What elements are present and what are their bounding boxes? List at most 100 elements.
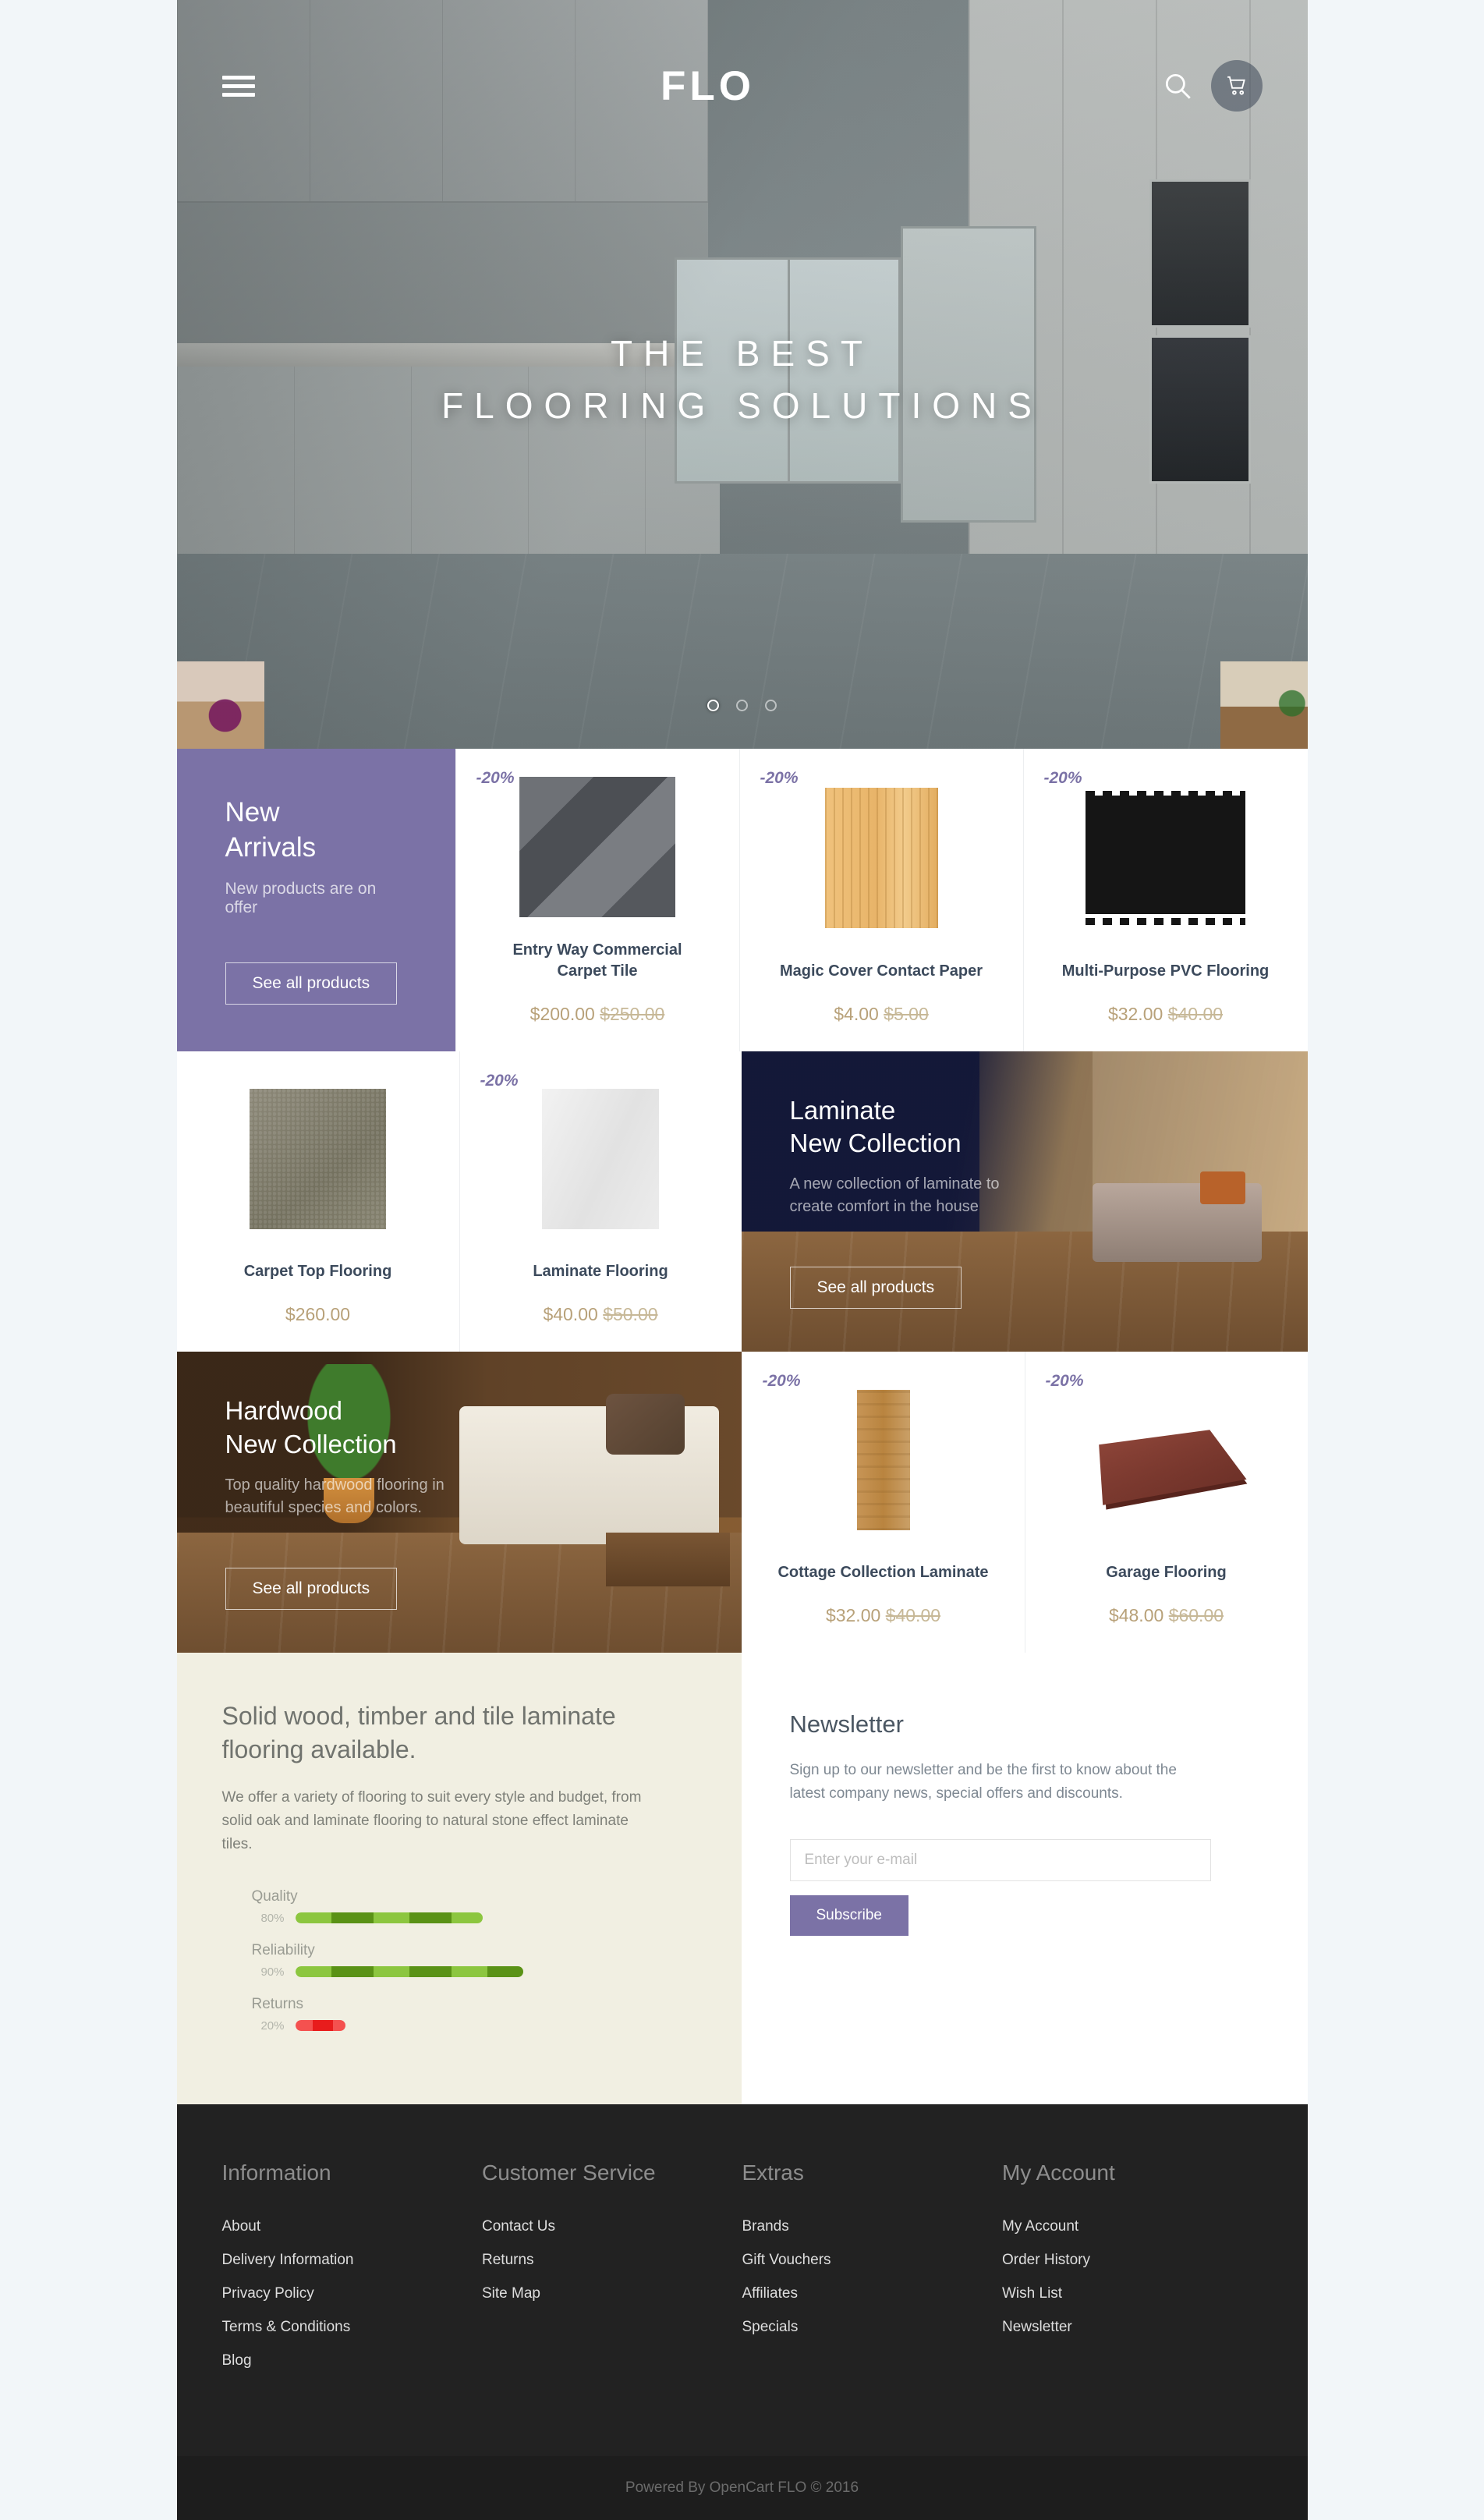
product-price: $260.00 <box>191 1304 445 1325</box>
stat-returns: Returns 20% <box>252 1996 696 2033</box>
copyright-bar: Powered By OpenCart FLO © 2016 <box>176 2455 1308 2520</box>
product-card[interactable]: -20% Cottage Collection Laminate $32.00 … <box>741 1352 1025 1653</box>
product-card[interactable]: -20% Garage Flooring $48.00 $60.00 <box>1024 1352 1308 1653</box>
banner-title-line2: New Collection <box>225 1430 397 1459</box>
see-all-products-button[interactable]: See all products <box>789 1267 962 1310</box>
new-arrivals-promo: New Arrivals New products are on offer S… <box>176 749 455 1051</box>
laminate-collection-banner[interactable]: Laminate New Collection A new collection… <box>741 1051 1308 1352</box>
price-old: $60.00 <box>1168 1605 1224 1626</box>
hardwood-collection-banner[interactable]: Hardwood New Collection Top quality hard… <box>176 1352 742 1653</box>
product-price: $32.00 $40.00 <box>756 1605 1011 1626</box>
footer-link[interactable]: Gift Vouchers <box>742 2252 1003 2269</box>
product-price: $32.00 $40.00 <box>1038 1004 1294 1025</box>
site-logo[interactable]: FLO <box>255 62 1161 110</box>
banner-subtitle: A new collection of laminate to create c… <box>789 1175 1000 1216</box>
newsletter-body: Sign up to our newsletter and be the fir… <box>789 1762 1177 1802</box>
price-old: $250.00 <box>600 1003 665 1024</box>
discount-badge: -20% <box>1043 769 1082 787</box>
search-icon[interactable] <box>1161 69 1194 102</box>
product-price: $200.00 $250.00 <box>470 1004 725 1025</box>
see-all-products-button[interactable]: See all products <box>225 962 398 1005</box>
carousel-dot-1[interactable] <box>707 700 719 711</box>
footer-link[interactable]: Blog <box>222 2352 483 2369</box>
product-title[interactable]: Multi-Purpose PVC Flooring <box>1038 961 1294 982</box>
see-all-products-button[interactable]: See all products <box>225 1568 398 1611</box>
hero-caption: THE BEST FLOORING SOLUTIONS <box>177 328 1308 431</box>
stat-percent: 20% <box>260 2018 285 2033</box>
product-card[interactable]: -20% Magic Cover Contact Paper $4.00 $5.… <box>738 749 1023 1051</box>
info-newsletter-row: Solid wood, timber and tile laminate flo… <box>176 1653 1308 2104</box>
footer-link[interactable]: Wish List <box>1002 2285 1263 2302</box>
cart-icon[interactable] <box>1210 60 1263 112</box>
product-title[interactable]: Cottage Collection Laminate <box>756 1562 1011 1583</box>
price-old: $40.00 <box>1167 1003 1224 1024</box>
footer-column-title: My Account <box>1002 2160 1115 2185</box>
product-image <box>1038 769 1294 947</box>
product-image <box>191 1072 445 1248</box>
product-price: $40.00 $50.00 <box>474 1304 728 1325</box>
footer-link[interactable]: About <box>222 2218 483 2235</box>
hamburger-icon[interactable] <box>221 71 255 101</box>
product-title[interactable]: Entry Way Commercial Carpet Tile <box>470 940 725 982</box>
promo-subtitle: New products are on offer <box>225 879 377 916</box>
footer-link[interactable]: Order History <box>1002 2252 1263 2269</box>
header-actions <box>1161 60 1263 112</box>
product-image <box>754 769 1009 947</box>
footer-link[interactable]: Brands <box>742 2218 1003 2235</box>
banner-title-line1: Hardwood <box>225 1396 342 1426</box>
promo-title-line1: New <box>225 797 280 828</box>
product-image <box>470 769 725 926</box>
banner-title: Hardwood New Collection <box>225 1395 693 1462</box>
product-title[interactable]: Magic Cover Contact Paper <box>754 961 1009 982</box>
footer-column-title: Extras <box>742 2160 804 2185</box>
product-card[interactable]: -20% Laminate Flooring $40.00 $50.00 <box>459 1051 742 1352</box>
product-card[interactable]: Carpet Top Flooring $260.00 <box>176 1051 459 1352</box>
footer-link[interactable]: Specials <box>742 2319 1003 2336</box>
footer-link[interactable]: Site Map <box>482 2285 742 2302</box>
price-old: $40.00 <box>885 1605 941 1626</box>
banner-title-line2: New Collection <box>789 1129 962 1158</box>
product-card[interactable]: -20% Multi-Purpose PVC Flooring $32.00 $… <box>1022 749 1308 1051</box>
stat-percent: 80% <box>260 1911 285 1925</box>
footer-column-information: Information About Delivery Information P… <box>222 2160 483 2386</box>
discount-badge: -20% <box>480 1071 519 1090</box>
footer-link[interactable]: My Account <box>1002 2218 1263 2235</box>
site-header: FLO <box>177 0 1308 172</box>
newsletter-heading: Newsletter <box>789 1710 904 1738</box>
carousel-dot-2[interactable] <box>736 700 748 711</box>
footer-link[interactable]: Affiliates <box>742 2285 1003 2302</box>
product-price: $48.00 $60.00 <box>1040 1605 1294 1626</box>
carousel-dot-3[interactable] <box>765 700 777 711</box>
banner-title-line1: Laminate <box>789 1095 896 1125</box>
banner-subtitle: Top quality hardwood flooring in beautif… <box>225 1476 444 1517</box>
footer-link[interactable]: Returns <box>482 2252 742 2269</box>
product-title[interactable]: Garage Flooring <box>1040 1562 1294 1583</box>
footer-link[interactable]: Contact Us <box>482 2218 742 2235</box>
product-card[interactable]: -20% Entry Way Commercial Carpet Tile $2… <box>455 749 739 1051</box>
info-body: We offer a variety of flooring to suit e… <box>221 1788 642 1853</box>
newsletter-panel: Newsletter Sign up to our newsletter and… <box>741 1653 1308 2104</box>
product-title[interactable]: Laminate Flooring <box>474 1261 728 1282</box>
carousel-dots <box>177 700 1308 711</box>
email-input[interactable] <box>789 1839 1211 1882</box>
hero-carousel[interactable]: FLO THE BEST FLOORING SOLUTIONS <box>176 0 1308 749</box>
discount-badge: -20% <box>476 769 515 787</box>
promo-title-line2: Arrivals <box>225 831 317 863</box>
product-title[interactable]: Carpet Top Flooring <box>191 1261 445 1282</box>
footer-link[interactable]: Delivery Information <box>222 2252 483 2269</box>
footer-link[interactable]: Privacy Policy <box>222 2285 483 2302</box>
product-image <box>756 1372 1011 1548</box>
promo-title: New Arrivals <box>225 796 407 866</box>
subscribe-button[interactable]: Subscribe <box>789 1895 908 1937</box>
stat-label: Reliability <box>251 1941 315 1958</box>
product-price: $4.00 $5.00 <box>754 1004 1009 1025</box>
price-current: $32.00 <box>1107 1003 1163 1024</box>
price-current: $40.00 <box>543 1304 598 1325</box>
price-current: $4.00 <box>834 1003 879 1024</box>
price-current: $32.00 <box>825 1605 881 1626</box>
hero-caption-line1: THE BEST <box>611 333 873 374</box>
stats-bars: Quality 80% Reliability 90% Returns 20% <box>222 1888 696 2033</box>
hero-caption-line2: FLOORING SOLUTIONS <box>441 385 1043 426</box>
footer-link[interactable]: Newsletter <box>1002 2319 1263 2336</box>
footer-link[interactable]: Terms & Conditions <box>222 2319 483 2336</box>
